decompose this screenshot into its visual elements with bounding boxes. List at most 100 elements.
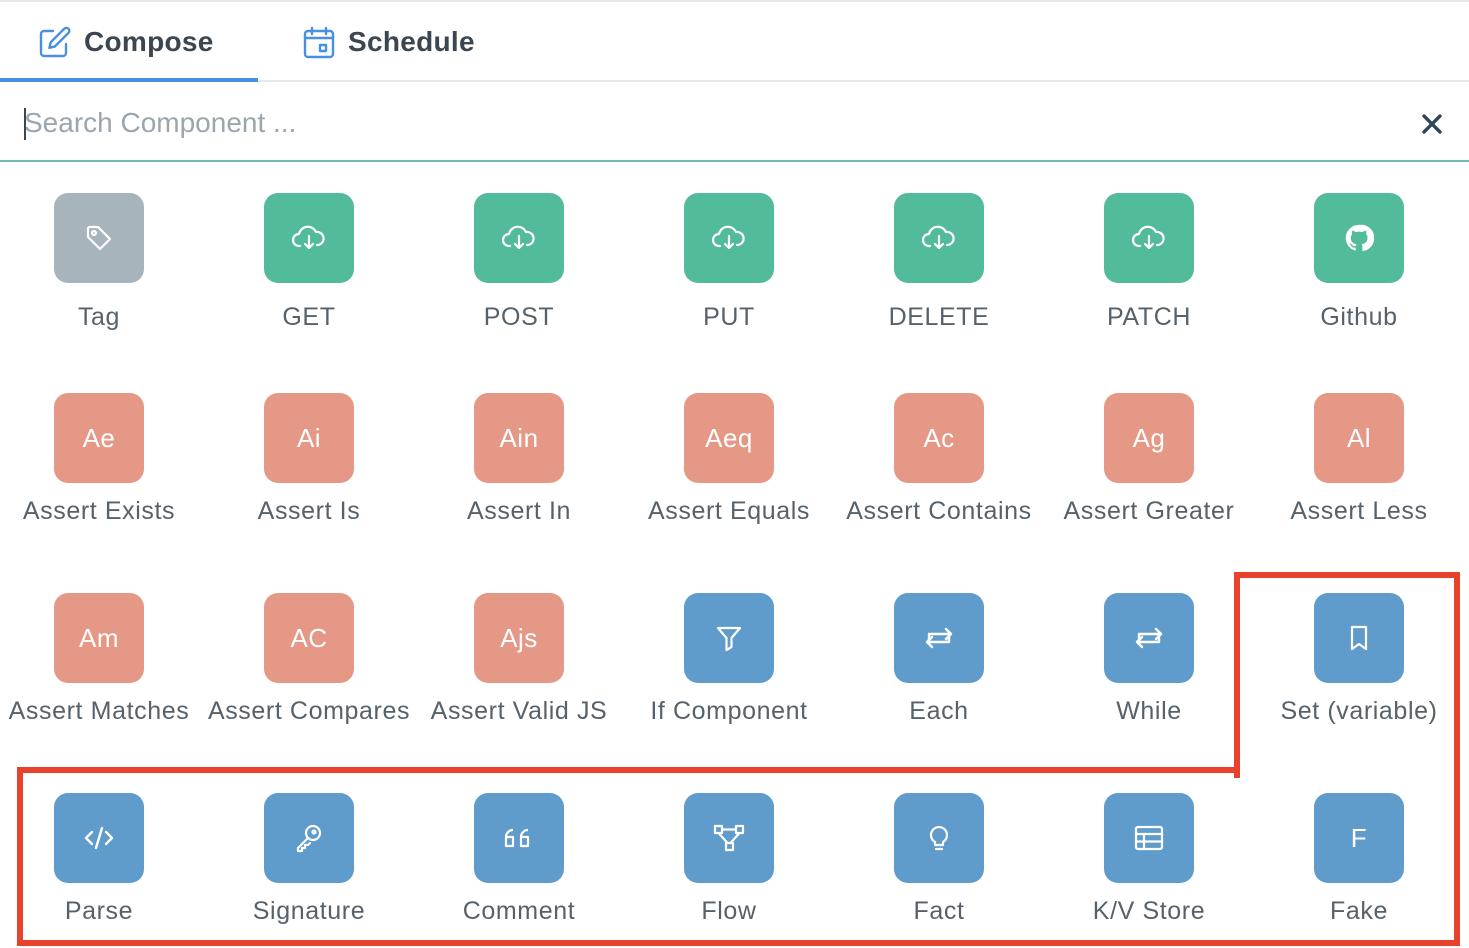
repeat-icon [921,623,957,653]
component-set-variable[interactable]: Set (variable) [1254,593,1464,731]
component-each[interactable]: Each [834,593,1044,731]
component-abbr: AC [264,593,354,683]
tab-compose-label: Compose [84,26,214,57]
component-delete[interactable]: DELETE [834,193,1044,337]
component-put[interactable]: PUT [624,193,834,337]
component-label: Fact [913,897,965,925]
component-assert-equals[interactable]: Aeq Assert Equals [624,393,834,531]
filter-icon [714,623,744,653]
component-label: Set (variable) [1280,697,1438,725]
cloud-download-icon [501,223,537,253]
cloud-download-icon [1131,223,1167,253]
component-assert-less[interactable]: Al Assert Less [1254,393,1464,531]
component-patch[interactable]: PATCH [1044,193,1254,337]
component-label: Assert Compares [207,697,411,725]
component-post[interactable]: POST [414,193,624,337]
component-flow[interactable]: Flow [624,793,834,931]
component-label: GET [282,303,336,331]
component-tile [1104,793,1194,883]
component-label: K/V Store [1092,897,1206,925]
component-tile [1314,593,1404,683]
component-label: Each [909,697,969,725]
tab-bar: Compose Schedule [0,2,1469,82]
component-if-component[interactable]: If Component [624,593,834,731]
component-abbr: Ae [54,393,144,483]
component-label: Assert Less [1290,497,1428,525]
component-label: Tag [77,303,121,331]
component-label: Signature [252,897,366,925]
component-abbr: Ac [894,393,984,483]
component-k-v-store[interactable]: K/V Store [1044,793,1254,931]
component-tile [894,593,984,683]
quote-icon [502,823,536,853]
tag-icon [84,223,114,253]
component-abbr: Ai [264,393,354,483]
component-parse[interactable]: Parse [0,793,204,931]
cloud-download-icon [921,223,957,253]
tab-schedule-label: Schedule [348,26,475,57]
component-tile [474,193,564,283]
component-label: Assert Contains [846,497,1032,525]
component-abbr: Al [1314,393,1404,483]
component-comment[interactable]: Comment [414,793,624,931]
component-tile [54,193,144,283]
component-signature[interactable]: Signature [204,793,414,931]
text-caret [24,108,26,140]
tab-schedule[interactable]: Schedule [302,2,475,82]
component-assert-compares[interactable]: AC Assert Compares [204,593,414,731]
component-abbr: Ain [474,393,564,483]
component-label: Assert Greater [1063,497,1235,525]
calendar-icon [302,25,336,59]
component-label: Assert Equals [647,497,811,525]
key-icon [293,822,325,854]
highlight-outline [1234,572,1460,578]
component-tag[interactable]: Tag [0,193,204,337]
component-label: Assert Matches [8,697,190,725]
component-tile [474,793,564,883]
component-assert-contains[interactable]: Ac Assert Contains [834,393,1044,531]
component-abbr: Ajs [474,593,564,683]
repeat-icon [1131,623,1167,653]
tab-compose[interactable]: Compose [38,2,214,82]
highlight-outline [17,940,1460,946]
component-tile [684,593,774,683]
search-input[interactable] [22,96,1386,150]
component-label: If Component [650,697,808,725]
component-assert-exists[interactable]: Ae Assert Exists [0,393,204,531]
component-github[interactable]: Github [1254,193,1464,337]
component-tile [1314,193,1404,283]
component-fact[interactable]: Fact [834,793,1044,931]
active-tab-indicator [0,78,258,82]
table-icon [1133,823,1165,853]
component-abbr: Aeq [684,393,774,483]
search-bar [0,84,1469,162]
component-fake[interactable]: F Fake [1254,793,1464,931]
component-label: PUT [703,303,755,331]
highlight-outline [17,767,1240,773]
github-icon [1344,223,1374,253]
component-tile [1104,193,1194,283]
component-label: Parse [64,897,134,925]
cloud-download-icon [711,223,747,253]
component-get[interactable]: GET [204,193,414,337]
component-tile [684,193,774,283]
component-assert-is[interactable]: Ai Assert Is [204,393,414,531]
component-assert-in[interactable]: Ain Assert In [414,393,624,531]
bookmark-icon [1344,623,1374,653]
close-icon[interactable] [1416,108,1448,140]
component-assert-matches[interactable]: Am Assert Matches [0,593,204,731]
pencil-square-icon [38,25,72,59]
component-label: Assert In [466,497,572,525]
component-tile [264,193,354,283]
component-while[interactable]: While [1044,593,1254,731]
code-icon [81,823,117,853]
component-tile [894,193,984,283]
component-label: Flow [701,897,757,925]
component-label: Fake [1330,897,1388,925]
component-label: Github [1320,303,1398,331]
component-assert-greater[interactable]: Ag Assert Greater [1044,393,1254,531]
cloud-download-icon [291,223,327,253]
component-label: PATCH [1106,303,1192,331]
component-abbr: Ag [1104,393,1194,483]
component-assert-valid-js[interactable]: Ajs Assert Valid JS [414,593,624,731]
